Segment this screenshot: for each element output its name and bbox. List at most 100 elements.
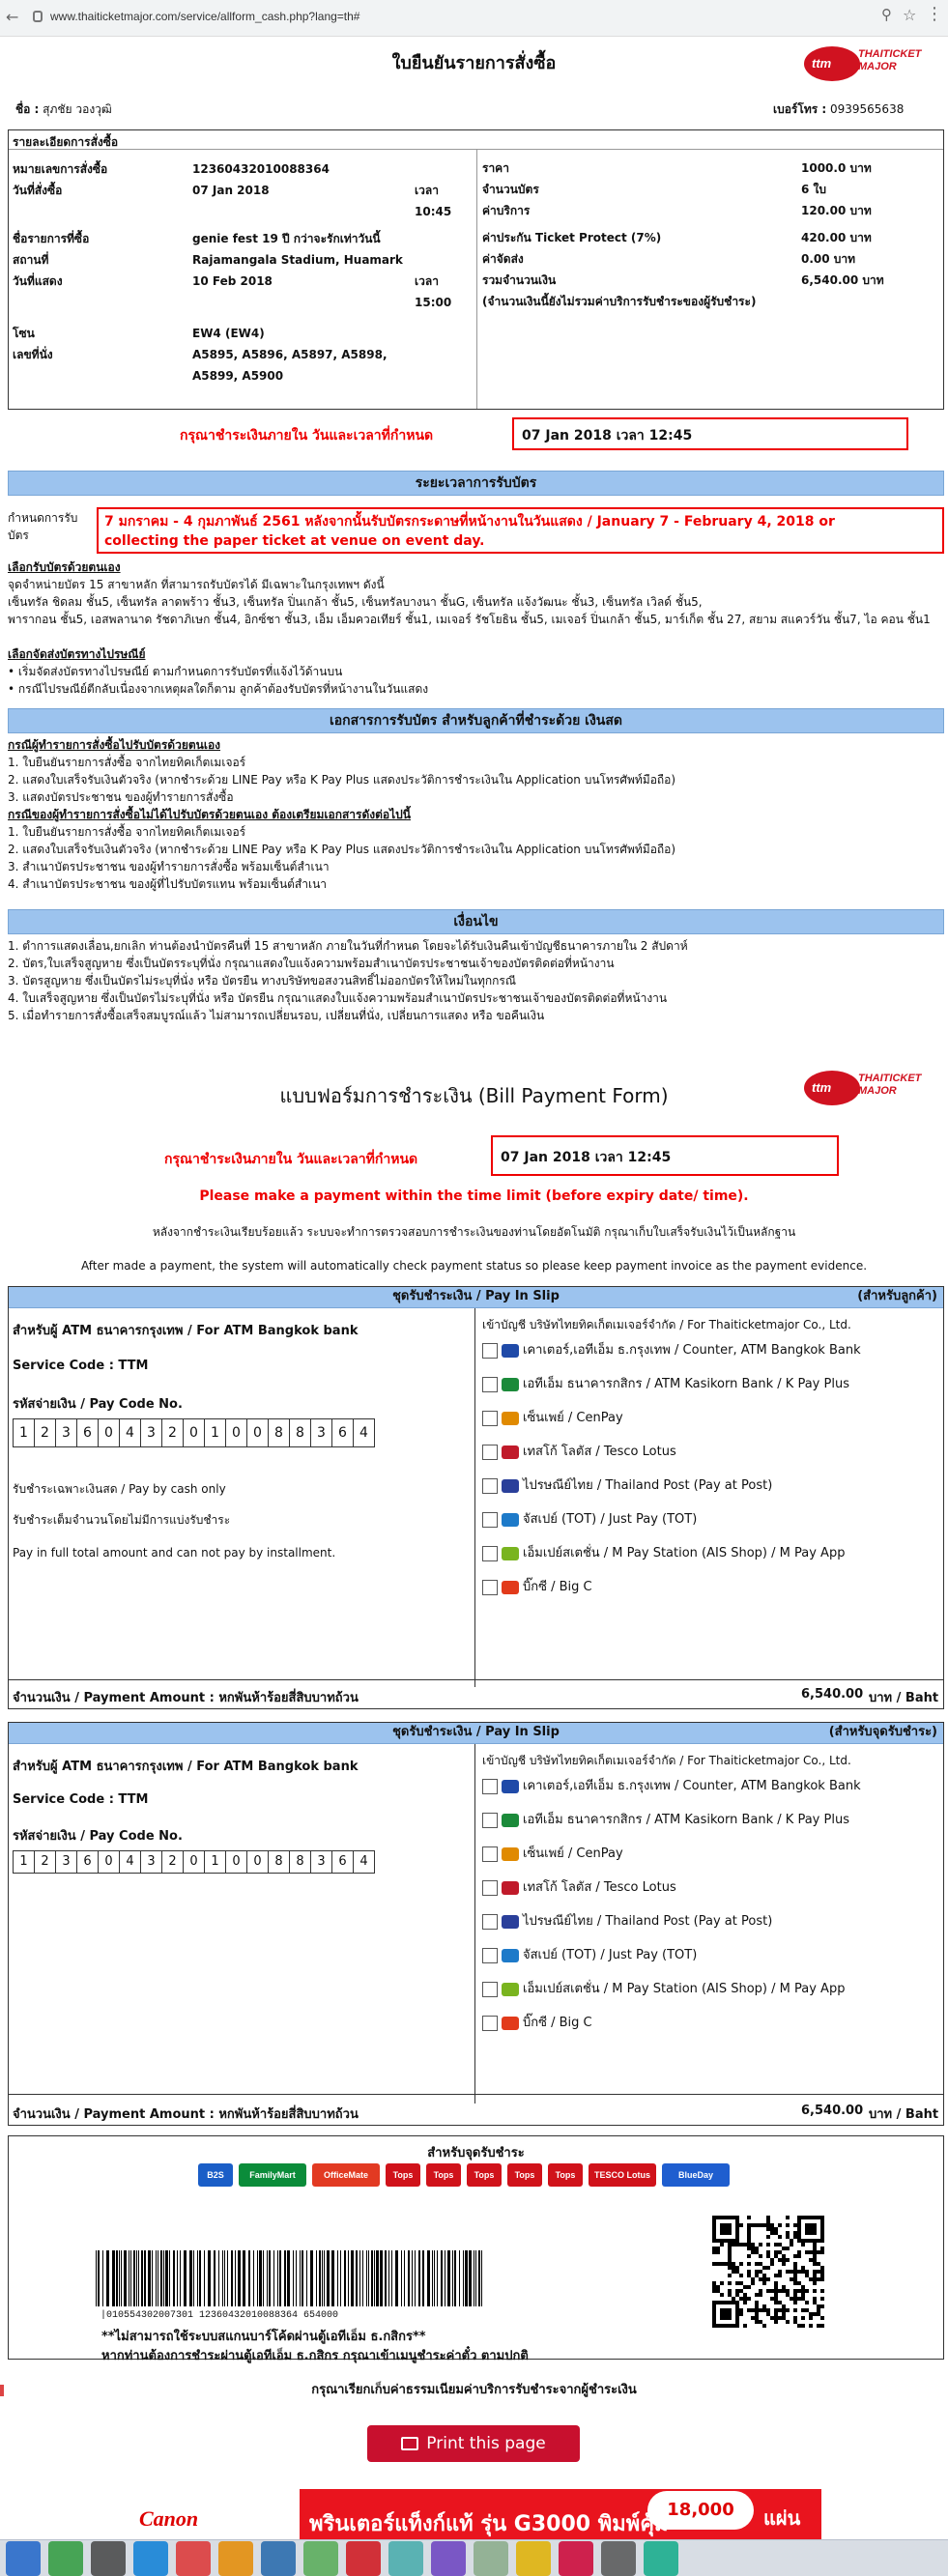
payment-channel-item[interactable]: เอ็มเปย์สเตชั่น / M Pay Station (AIS Sho… (482, 1542, 845, 1561)
channel-checkbox[interactable] (482, 1545, 498, 1561)
qr-module (774, 2293, 778, 2297)
counter-logo: OfficeMate (312, 2163, 380, 2187)
qr-module (762, 2274, 766, 2277)
channel-checkbox[interactable] (482, 1913, 498, 1930)
barcode-bar (96, 2250, 97, 2306)
qr-module (786, 2289, 790, 2293)
taskbar-app-icon[interactable] (388, 2541, 423, 2576)
payment-channel-item[interactable]: ไปรษณีย์ไทย / Thailand Post (Pay at Post… (482, 1474, 772, 1494)
channel-checkbox[interactable] (482, 2015, 498, 2031)
taskbar-app-icon[interactable] (48, 2541, 83, 2576)
qr-module (755, 2223, 759, 2227)
channel-checkbox[interactable] (482, 1947, 498, 1963)
barcode-bar (138, 2250, 139, 2306)
qr-module (728, 2274, 732, 2277)
print-button[interactable]: Print this page (367, 2425, 580, 2462)
barcode-bar (434, 2250, 435, 2306)
taskbar-app-icon[interactable] (601, 2541, 636, 2576)
pay-code-digit: 4 (119, 1418, 141, 1447)
payment-channel-item[interactable]: เอทีเอ็ม ธนาคารกสิกร / ATM Kasikorn Bank… (482, 1373, 849, 1392)
qr-module (805, 2308, 809, 2312)
payment-channel-item[interactable]: เซ็นเพย์ / CenPay (482, 1407, 623, 1426)
qr-module (739, 2308, 743, 2312)
qr-module (724, 2262, 728, 2266)
channel-checkbox[interactable] (482, 1981, 498, 1997)
payment-channel-item[interactable]: ไปรษณีย์ไทย / Thailand Post (Pay at Post… (482, 1910, 772, 1930)
channel-checkbox[interactable] (482, 1846, 498, 1862)
taskbar-app-icon[interactable] (6, 2541, 41, 2576)
channel-checkbox[interactable] (482, 1444, 498, 1460)
channel-checkbox[interactable] (482, 1579, 498, 1595)
taskbar-app-icon[interactable] (559, 2541, 593, 2576)
payment-channel-item[interactable]: เทสโก้ โลตัส / Tesco Lotus (482, 1441, 676, 1460)
channel-checkbox[interactable] (482, 1511, 498, 1528)
payment-channel-item[interactable]: เซ็นเพย์ / CenPay (482, 1843, 623, 1862)
payment-channel-item[interactable]: บิ๊กซี / Big C (482, 2012, 592, 2031)
channel-checkbox[interactable] (482, 1477, 498, 1494)
qr-module (774, 2320, 778, 2324)
pay-code-digit: 8 (268, 1418, 290, 1447)
qr-module (813, 2297, 817, 2301)
channel-checkbox[interactable] (482, 1812, 498, 1828)
qr-module (747, 2231, 751, 2235)
payment-channel-item[interactable]: เอ็มเปย์สเตชั่น / M Pay Station (AIS Sho… (482, 1978, 845, 1997)
qr-module (801, 2293, 805, 2297)
qr-module (809, 2324, 813, 2328)
payment-channel-item[interactable]: เทสโก้ โลตัส / Tesco Lotus (482, 1876, 676, 1896)
taskbar-app-icon[interactable] (474, 2541, 508, 2576)
qr-module (728, 2247, 732, 2250)
qr-module (728, 2250, 732, 2254)
taskbar-app-icon[interactable] (644, 2541, 678, 2576)
qr-module (782, 2258, 786, 2262)
qr-module (739, 2312, 743, 2316)
payment-channel-item[interactable]: เคาเตอร์,เอทีเอ็ม ธ.กรุงเทพ / Counter, A… (482, 1339, 861, 1359)
qr-module (747, 2235, 751, 2239)
taskbar-app-icon[interactable] (133, 2541, 168, 2576)
mpay-icon (502, 1982, 519, 1996)
payment-channel-item[interactable]: จัสเปย์ (TOT) / Just Pay (TOT) (482, 1944, 697, 1963)
payment-channel-item[interactable]: จัสเปย์ (TOT) / Just Pay (TOT) (482, 1508, 697, 1528)
pay-code-digit: 2 (161, 1418, 184, 1447)
channel-label: เอทีเอ็ม ธนาคารกสิกร / ATM Kasikorn Bank… (523, 1377, 849, 1391)
counter-logo: Tops (548, 2163, 583, 2187)
qr-module (747, 2285, 751, 2289)
barcode-bar (469, 2250, 472, 2306)
taskbar-app-icon[interactable] (261, 2541, 296, 2576)
channel-checkbox[interactable] (482, 1410, 498, 1426)
barcode-bar (356, 2250, 358, 2306)
pay-code-digit: 1 (13, 1850, 35, 1874)
url-text[interactable]: www.thaiticketmajor.com/service/allform_… (50, 10, 359, 23)
barcode-bar (184, 2250, 187, 2306)
qr-module (720, 2281, 724, 2285)
qr-module (766, 2219, 770, 2223)
barcode-bar (248, 2250, 250, 2306)
taskbar-app-icon[interactable] (346, 2541, 381, 2576)
taskbar-app-icon[interactable] (91, 2541, 126, 2576)
taskbar-app-icon[interactable] (218, 2541, 253, 2576)
channel-checkbox[interactable] (482, 1342, 498, 1359)
star-icon[interactable]: ☆ (903, 6, 916, 24)
qr-module (735, 2293, 739, 2297)
taskbar-app-icon[interactable] (516, 2541, 551, 2576)
taskbar-app-icon[interactable] (176, 2541, 211, 2576)
channel-checkbox[interactable] (482, 1778, 498, 1794)
barcode-bar (452, 2250, 453, 2306)
qr-module (817, 2277, 820, 2281)
qr-module (766, 2223, 770, 2227)
channel-checkbox[interactable] (482, 1376, 498, 1392)
barcode-bar (144, 2250, 146, 2306)
back-icon[interactable]: ← (6, 8, 18, 26)
payment-channel-item[interactable]: บิ๊กซี / Big C (482, 1576, 592, 1595)
qr-module (759, 2254, 762, 2258)
qr-module (762, 2308, 766, 2312)
qr-module (762, 2277, 766, 2281)
taskbar-app-icon[interactable] (303, 2541, 338, 2576)
taskbar-app-icon[interactable] (431, 2541, 466, 2576)
qr-module (805, 2250, 809, 2254)
payment-channel-item[interactable]: เคาเตอร์,เอทีเอ็ม ธ.กรุงเทพ / Counter, A… (482, 1775, 861, 1794)
channel-checkbox[interactable] (482, 1879, 498, 1896)
menu-icon[interactable]: ⋮ (926, 4, 943, 24)
kbank-icon (502, 1377, 519, 1391)
payment-channel-item[interactable]: เอทีเอ็ม ธนาคารกสิกร / ATM Kasikorn Bank… (482, 1809, 849, 1828)
search-icon[interactable]: ⚲ (881, 6, 892, 23)
